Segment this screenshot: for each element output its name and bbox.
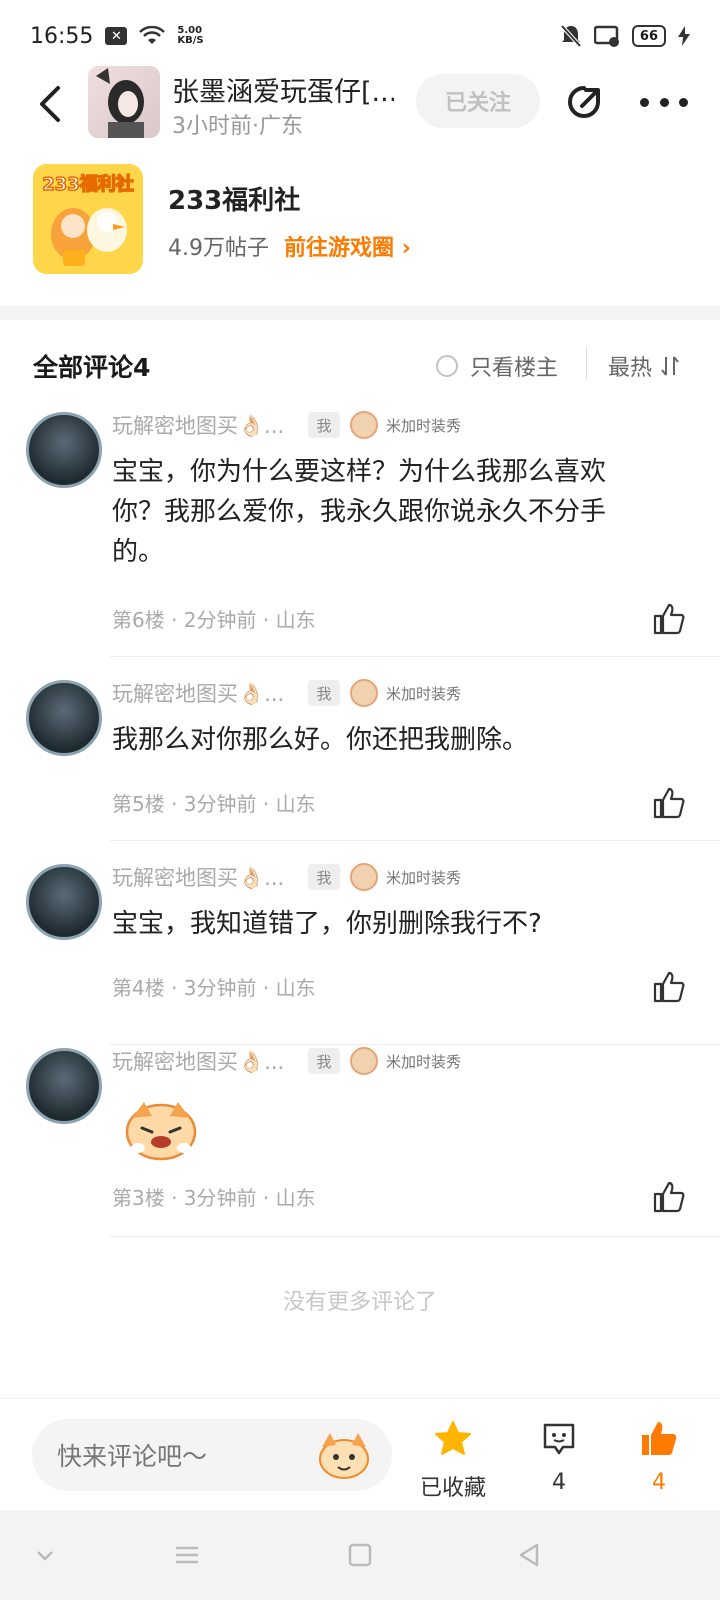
comment-text: 宝宝，我知道错了，你别删除我行不? [112, 909, 542, 939]
outfit-label: 米加时装秀 [386, 868, 462, 887]
header-separator [586, 346, 587, 380]
me-badge: 我 [308, 1048, 340, 1074]
circle-post-count: 4.9万帖子 [168, 236, 269, 261]
outfit-avatar-icon [350, 679, 378, 707]
me-badge: 我 [308, 680, 340, 706]
screen-cast-icon [593, 25, 619, 47]
outfit-label: 米加时装秀 [386, 1052, 462, 1071]
mute-bell-icon [560, 24, 582, 48]
emoji-mascot-icon[interactable] [316, 1429, 372, 1481]
comment-text: 宝宝，你为什么要这样？为什么我那么喜欢你？我那么爱你，我永久跟你说永久不分手的。 [112, 457, 607, 567]
follow-button[interactable]: 已关注 [416, 74, 540, 128]
comment-input-placeholder: 快来评论吧～ [57, 1442, 208, 1471]
sort-icon [661, 356, 679, 376]
favorite-label: 已收藏 [419, 1476, 486, 1501]
radio-icon[interactable] [436, 355, 458, 377]
outfit-label: 米加时装秀 [386, 684, 462, 703]
favorite-button[interactable]: 已收藏 [408, 1419, 498, 1502]
comment-item: 玩解密地图买👌🏻... 我 米加时装秀 第3楼 · 3分钟前 · 山东 [0, 1036, 720, 1237]
circle-logo: 233福利社 [33, 164, 143, 274]
bottom-action-bar: 快来评论吧～ 已收藏 4 4 [0, 1398, 720, 1501]
comment-item: 玩解密地图买👌🏻... 我 米加时装秀 宝宝，我知道错了，你别删除我行不? 第4… [0, 852, 720, 1045]
commenter-name[interactable]: 玩解密地图买👌🏻... [112, 862, 300, 892]
comment-input[interactable]: 快来评论吧～ [32, 1419, 392, 1491]
no-more-comments: 没有更多评论了 [282, 1290, 437, 1315]
go-to-circle-link[interactable]: 前往游戏圈 › [284, 230, 411, 262]
commenter-name[interactable]: 玩解密地图买👌🏻... [112, 410, 300, 440]
author-avatar[interactable] [88, 66, 160, 138]
chevron-down-icon[interactable] [30, 1540, 60, 1570]
commenter-avatar[interactable] [26, 680, 102, 756]
thumbs-up-icon[interactable] [652, 786, 686, 820]
comment-meta: 第5楼 · 3分钟前 · 山东 [112, 792, 316, 816]
comment-bubble-icon [543, 1423, 575, 1455]
comment-divider [110, 1236, 720, 1237]
outfit-avatar-icon [350, 863, 378, 891]
share-icon[interactable] [562, 80, 606, 124]
commenter-name[interactable]: 玩解密地图买👌🏻... [112, 678, 300, 708]
star-icon [435, 1421, 471, 1455]
svg-text:233福利社: 233福利社 [42, 173, 134, 195]
more-options-icon[interactable] [640, 80, 688, 124]
comment-meta: 第4楼 · 3分钟前 · 山东 [112, 976, 316, 1000]
commenter-name[interactable]: 玩解密地图买👌🏻... [112, 1046, 300, 1076]
crying-face-sticker [125, 1102, 197, 1161]
comment-text: 我那么对你那么好。你还把我删除。 [112, 725, 529, 755]
comment-item: 玩解密地图买👌🏻... 我 米加时装秀 我那么对你那么好。你还把我删除。 第5楼… [0, 668, 720, 841]
circle-name: 233福利社 [168, 186, 301, 216]
only-op-toggle[interactable]: 只看楼主 [436, 350, 558, 382]
comment-meta: 第6楼 · 2分钟前 · 山东 [112, 608, 316, 632]
commenter-avatar[interactable] [26, 412, 102, 488]
menu-icon[interactable] [172, 1540, 202, 1570]
thumbs-up-icon[interactable] [652, 1180, 686, 1214]
thumbs-up-icon[interactable] [652, 970, 686, 1004]
comment-divider [110, 840, 720, 841]
me-badge: 我 [308, 864, 340, 890]
chevron-right-icon: › [401, 236, 411, 261]
comments-title: 全部评论4 [33, 353, 151, 382]
wifi-icon [139, 26, 166, 44]
like-button[interactable]: 4 [614, 1419, 704, 1495]
back-arrow-icon[interactable] [30, 82, 70, 126]
network-speed: 5.00 KB/S [177, 25, 204, 46]
thumbs-up-filled-icon [642, 1422, 677, 1455]
comments-header: 全部评论4 只看楼主 最热 [0, 340, 720, 396]
back-triangle-icon[interactable] [515, 1540, 545, 1570]
comment-divider [110, 656, 720, 657]
section-divider [0, 306, 720, 320]
outfit-avatar-icon [350, 1047, 378, 1075]
post-time-location: 3小时前·广东 [172, 114, 303, 139]
only-op-label: 只看楼主 [470, 356, 559, 381]
charging-icon [678, 26, 690, 46]
battery-indicator: 66 [631, 25, 666, 47]
commenter-avatar[interactable] [26, 864, 102, 940]
sort-selector[interactable]: 最热 [608, 350, 680, 382]
system-navigation-bar [0, 1510, 720, 1600]
post-header: 张墨涵爱玩蛋仔[... 3小时前·广东 已关注 [0, 62, 720, 146]
game-circle-card[interactable]: 233福利社 233福利社 4.9万帖子 前往游戏圈 › [0, 164, 720, 284]
me-badge: 我 [308, 412, 340, 438]
comment-item: 玩解密地图买👌🏻... 我 米加时装秀 宝宝，你为什么要这样？为什么我那么喜欢你… [0, 400, 720, 657]
commenter-avatar[interactable] [26, 1048, 102, 1124]
comment-count-button[interactable]: 4 [514, 1419, 604, 1495]
status-time: 16:55 [30, 23, 94, 49]
thumbs-up-icon[interactable] [652, 602, 686, 636]
comment-count: 4 [552, 1470, 566, 1495]
notification-x-icon: ✕ [105, 27, 128, 45]
sort-label: 最热 [608, 356, 653, 381]
author-name[interactable]: 张墨涵爱玩蛋仔[... [172, 70, 394, 109]
outfit-avatar-icon [350, 411, 378, 439]
outfit-label: 米加时装秀 [386, 416, 462, 435]
home-square-icon[interactable] [345, 1540, 375, 1570]
like-count: 4 [652, 1470, 666, 1495]
comment-meta: 第3楼 · 3分钟前 · 山东 [112, 1186, 316, 1210]
